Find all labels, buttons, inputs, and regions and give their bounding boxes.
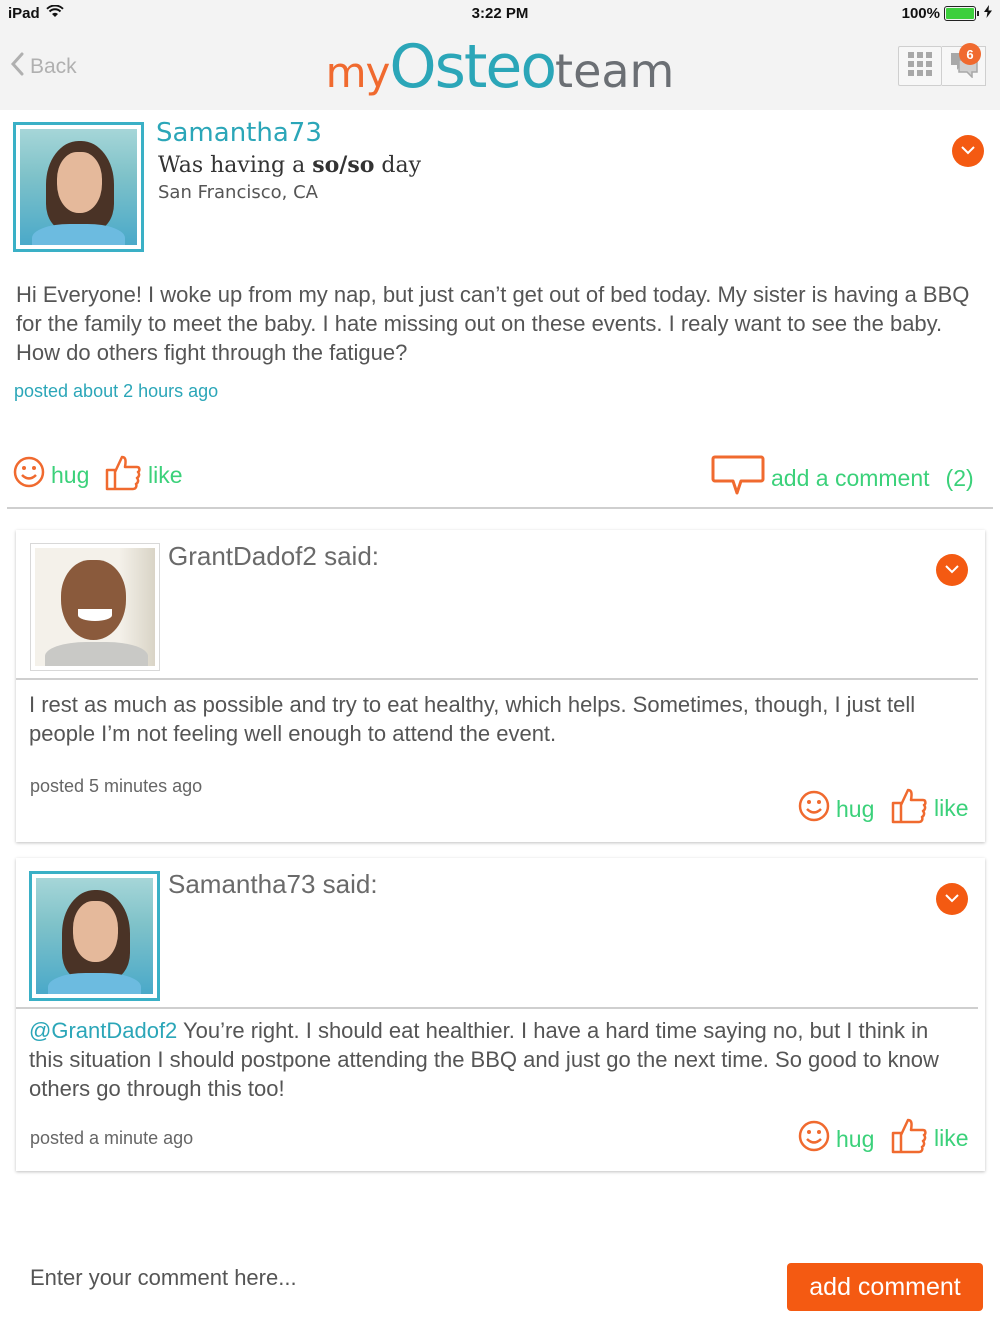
comment-like-button[interactable]: like [890, 1116, 969, 1160]
post-body: Hi Everyone! I woke up from my nap, but … [16, 282, 970, 365]
smiley-icon [798, 790, 830, 828]
apps-grid-button[interactable] [898, 46, 942, 86]
chevron-down-icon [944, 890, 960, 908]
comment-card: GrantDadof2 said: I rest as much as poss… [16, 530, 985, 842]
smiley-icon [798, 1120, 830, 1158]
battery-icon [944, 6, 979, 21]
comment-timestamp: posted 5 minutes ago [30, 776, 203, 796]
hug-label: hug [51, 461, 90, 488]
comment-timestamp: posted a minute ago [30, 1128, 194, 1148]
comment-input[interactable] [30, 1265, 730, 1291]
post-options-button[interactable] [952, 135, 984, 167]
thumbs-up-icon [890, 1116, 928, 1160]
like-label: like [934, 1124, 969, 1151]
logo-osteo: Osteo [389, 32, 557, 102]
mood-suffix: day [374, 153, 421, 178]
logo-team: team [555, 44, 675, 98]
post-like-button[interactable]: like [104, 453, 183, 497]
thumbs-up-icon [890, 786, 928, 830]
comment-divider [16, 1007, 978, 1009]
messages-button[interactable]: 6 [942, 43, 986, 86]
app-logo: myOsteoteam [0, 32, 1000, 102]
comment-options-button[interactable] [936, 883, 968, 915]
add-a-comment-button[interactable]: add a comment (2) [711, 455, 974, 501]
mood-value: so/so [312, 152, 375, 178]
chevron-down-icon [960, 142, 976, 160]
comment-author-avatar[interactable] [29, 871, 160, 1001]
comment-divider [16, 678, 978, 680]
thumbs-up-icon [104, 453, 142, 497]
comment-body: I rest as much as possible and try to ea… [29, 692, 916, 746]
comment-like-button[interactable]: like [890, 786, 969, 830]
logo-my: my [325, 48, 391, 97]
post-hug-button[interactable]: hug [13, 456, 89, 494]
comment-body: @GrantDadof2 You’re right. I should eat … [29, 1016, 959, 1103]
mood-prefix: Was having a [158, 153, 313, 178]
add-comment-button[interactable]: add comment [787, 1263, 983, 1311]
comment-hug-button[interactable]: hug [798, 1120, 874, 1158]
avatar-photo [20, 129, 137, 245]
chevron-down-icon [944, 561, 960, 579]
grid-icon [907, 51, 933, 82]
comment-author-avatar[interactable] [30, 543, 160, 671]
avatar-photo [36, 878, 153, 994]
comment-mention[interactable]: @GrantDadof2 [29, 1018, 177, 1043]
post-mood: Was having a so/so day [158, 152, 421, 178]
comment-hug-button[interactable]: hug [798, 790, 874, 828]
post-author-avatar[interactable] [13, 122, 144, 252]
like-label: like [934, 794, 969, 821]
nav-bar: Back myOsteoteam 6 [0, 26, 1000, 110]
comment-count: (2) [945, 464, 974, 491]
post-timestamp: posted about 2 hours ago [14, 381, 219, 401]
status-bar: iPad 3:22 PM 100% [0, 0, 1000, 26]
smiley-icon [13, 456, 45, 494]
battery-percent: 100% [901, 5, 940, 22]
status-right: 100% [902, 5, 992, 22]
hug-label: hug [836, 1125, 875, 1152]
post-divider [7, 507, 993, 509]
comment-card: Samantha73 said: @GrantDadof2 You’re rig… [16, 858, 985, 1171]
comment-author: Samantha73 said: [168, 869, 378, 899]
messages-badge: 6 [959, 43, 981, 65]
comment-options-button[interactable] [936, 554, 968, 586]
add-comment-label: add a comment [771, 464, 930, 491]
hug-label: hug [836, 795, 875, 822]
charging-icon [984, 5, 992, 22]
avatar-photo [35, 548, 155, 666]
post-location: San Francisco, CA [158, 182, 318, 203]
post-author-name[interactable]: Samantha73 [156, 118, 322, 148]
comment-author: GrantDadof2 said: [168, 541, 380, 571]
status-time: 3:22 PM [471, 5, 529, 22]
like-label: like [148, 461, 183, 488]
speech-bubble-icon [711, 455, 765, 501]
